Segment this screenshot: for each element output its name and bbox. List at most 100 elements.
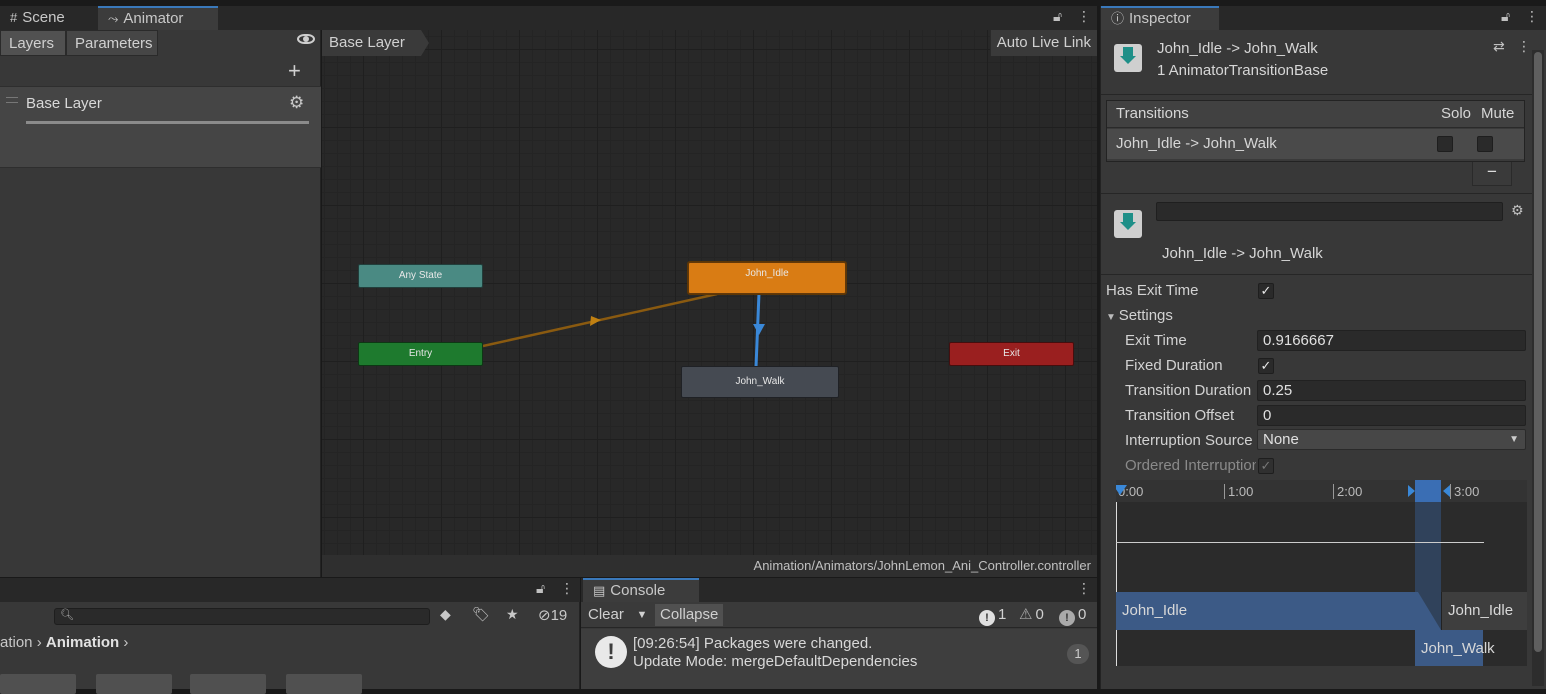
interruption-source-select[interactable]: None ▼: [1257, 429, 1526, 450]
chevron-right-icon: ›: [123, 634, 129, 651]
console-panel: ▤ Console ⋮ Clear ▼ Collapse ! 1 ⚠ 0 ! 0 ! […: [581, 578, 1097, 689]
project-panel: 🔓︎ ⋮ 🔍︎ ◆ 🏷︎ ★ ⊘19 ation › Animation ›: [0, 578, 580, 694]
playhead-marker-icon[interactable]: [1116, 485, 1127, 495]
controller-path: Animation/Animators/JohnLemon_Ani_Contro…: [322, 555, 1097, 577]
tab-animator[interactable]: ⤳ Animator: [98, 6, 218, 30]
tab-layers[interactable]: Layers: [0, 30, 66, 56]
info-icon: !: [595, 636, 627, 668]
error-count-toggle[interactable]: ! 0: [1059, 605, 1086, 626]
transition-timeline[interactable]: 0:00 1:00 2:00 3:00 John_Idle John_Idle …: [1116, 480, 1527, 666]
more-menu-icon[interactable]: ⋮: [1517, 38, 1531, 55]
scrollbar-thumb[interactable]: [1534, 52, 1542, 652]
drag-handle-icon[interactable]: [6, 97, 18, 103]
exit-node[interactable]: Exit: [949, 342, 1074, 366]
project-tab-bar: 🔓︎ ⋮: [0, 578, 580, 602]
has-exit-time-label: Has Exit Time: [1106, 282, 1199, 299]
exit-time-field[interactable]: 0.9166667: [1257, 330, 1526, 351]
label-icon[interactable]: 🏷︎: [472, 606, 490, 623]
transition-offset-field[interactable]: 0: [1257, 405, 1526, 426]
tab-console[interactable]: ▤ Console: [583, 578, 699, 602]
warning-icon: ⚠: [1019, 606, 1033, 623]
tab-inspector[interactable]: ⓘ Inspector: [1101, 6, 1219, 30]
search-icon: 🔍︎: [60, 609, 74, 621]
transition-ruler-highlight: [1415, 480, 1441, 502]
john-idle-node[interactable]: John_Idle: [688, 262, 846, 294]
asset-thumbnail[interactable]: [286, 674, 362, 694]
remove-transition-button[interactable]: −: [1472, 162, 1512, 186]
gear-icon[interactable]: ⚙: [1511, 202, 1524, 219]
console-message[interactable]: ! [09:26:54] Packages were changed. Upda…: [581, 629, 1097, 689]
favorite-star-icon[interactable]: ★: [506, 606, 519, 623]
solo-checkbox[interactable]: [1437, 136, 1453, 152]
gear-icon[interactable]: ⚙: [289, 93, 304, 113]
divider: [1101, 274, 1532, 275]
timeline-tick-label: 2:00: [1333, 484, 1362, 499]
tab-parameters[interactable]: Parameters: [66, 30, 158, 56]
more-menu-icon[interactable]: ⋮: [560, 580, 574, 597]
add-layer-button[interactable]: +: [288, 58, 301, 84]
transitions-list-header: Transitions Solo Mute: [1107, 101, 1524, 128]
project-search-input[interactable]: 🔍︎: [54, 608, 430, 625]
lock-icon[interactable]: 🔓︎: [1053, 8, 1062, 25]
entry-node[interactable]: Entry: [358, 342, 483, 366]
to-clip-bar[interactable]: John_Walk: [1415, 630, 1495, 666]
transition-row[interactable]: John_Idle -> John_Walk: [1107, 129, 1524, 159]
breadcrumb-item[interactable]: ation: [0, 634, 33, 651]
john-walk-node[interactable]: John_Walk: [681, 366, 839, 398]
more-menu-icon[interactable]: ⋮: [1525, 8, 1539, 25]
info-icon: ⓘ: [1111, 11, 1125, 26]
asset-thumbnail[interactable]: [190, 674, 266, 694]
chevron-down-icon[interactable]: ▼: [633, 604, 651, 626]
tab-scene[interactable]: # Scene: [0, 6, 75, 30]
eye-icon[interactable]: [297, 34, 315, 44]
lock-icon[interactable]: 🔓︎: [536, 580, 545, 597]
transition-icon: [1114, 210, 1142, 238]
mute-checkbox[interactable]: [1477, 136, 1493, 152]
header-title: John_Idle -> John_Walk: [1157, 40, 1318, 57]
any-state-node[interactable]: Any State: [358, 264, 483, 288]
header-subtitle: 1 AnimatorTransitionBase: [1157, 62, 1329, 79]
arrow-icon: [753, 324, 765, 335]
state-machine-graph[interactable]: Base Layer Auto Live Link Any State John…: [322, 30, 1097, 577]
warning-count-toggle[interactable]: ⚠ 0: [1019, 605, 1044, 625]
settings-foldout[interactable]: ▼ Settings: [1106, 307, 1256, 324]
triangle-down-icon: ▼: [1106, 312, 1119, 323]
error-icon: !: [1059, 610, 1075, 626]
transition-duration-field[interactable]: 0.25: [1257, 380, 1526, 401]
transition-lines: [482, 292, 765, 368]
playhead-line: [1116, 502, 1117, 666]
transition-icon: [1114, 44, 1142, 72]
divider: [1101, 193, 1532, 194]
log-count-toggle[interactable]: ! 1: [979, 605, 1006, 626]
transition-name-field[interactable]: [1156, 202, 1503, 221]
more-menu-icon[interactable]: ⋮: [1077, 580, 1091, 597]
asset-thumbnail[interactable]: [0, 674, 76, 694]
timeline-tick-label: 1:00: [1224, 484, 1253, 499]
presets-icon[interactable]: ⇄: [1493, 38, 1505, 55]
fixed-duration-checkbox[interactable]: ✓: [1258, 358, 1274, 374]
transitions-list: Transitions Solo Mute John_Idle -> John_…: [1106, 100, 1525, 162]
ordered-interruption-checkbox: ✓: [1258, 458, 1274, 474]
layer-item-base[interactable]: Base Layer ⚙: [0, 86, 321, 168]
breadcrumb-item-current[interactable]: Animation: [46, 634, 119, 651]
inspector-tab-bar: ⓘ Inspector 🔓︎ ⋮: [1101, 6, 1546, 30]
collapse-button[interactable]: Collapse: [655, 604, 724, 626]
animator-tab-bar: # Scene ⤳ Animator 🔓︎ ⋮: [0, 6, 1097, 30]
clear-button[interactable]: Clear: [583, 604, 629, 626]
hidden-packages-toggle[interactable]: ⊘19: [538, 606, 567, 624]
lock-icon[interactable]: 🔓︎: [1501, 8, 1510, 25]
has-exit-time-checkbox[interactable]: ✓: [1258, 283, 1274, 299]
message-count-badge: 1: [1067, 644, 1089, 664]
console-icon: ▤: [593, 583, 606, 598]
from-clip-bar-continued[interactable]: John_Idle: [1441, 592, 1527, 630]
blend-curve: [1116, 542, 1484, 543]
scrollbar[interactable]: [1532, 50, 1544, 686]
from-clip-bar[interactable]: John_Idle: [1116, 592, 1441, 630]
filter-type-icon[interactable]: ◆: [440, 606, 451, 623]
transition-start-marker-icon[interactable]: [1408, 485, 1415, 497]
transition-end-marker-icon[interactable]: [1443, 485, 1450, 497]
asset-thumbnail[interactable]: [96, 674, 172, 694]
more-menu-icon[interactable]: ⋮: [1077, 8, 1091, 25]
layer-name: Base Layer: [26, 95, 102, 112]
layer-weight-bar: [26, 121, 309, 124]
